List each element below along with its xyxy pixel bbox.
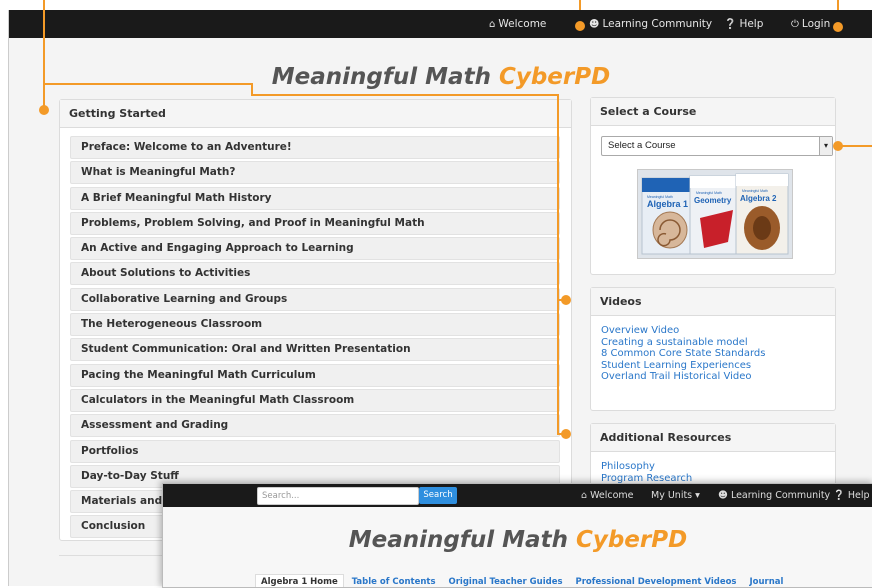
- select-course-heading: Select a Course: [591, 98, 835, 126]
- site-title: Meaningful Math CyberPD: [271, 64, 611, 90]
- search-input[interactable]: Search...: [257, 487, 419, 505]
- chevron-down-icon: ▾: [819, 137, 832, 155]
- videos-links: Overview Video Creating a sustainable mo…: [601, 325, 765, 383]
- home-icon: ⌂: [489, 19, 496, 30]
- svg-text:Algebra 2: Algebra 2: [740, 194, 777, 203]
- getting-started-panel: Getting Started Preface: Welcome to an A…: [59, 99, 572, 541]
- list-item[interactable]: Collaborative Learning and Groups: [70, 287, 560, 311]
- tab-original-teacher-guides[interactable]: Original Teacher Guides: [444, 575, 568, 587]
- list-item[interactable]: Student Communication: Oral and Written …: [70, 338, 560, 362]
- course-select[interactable]: Select a Course ▾: [601, 136, 833, 156]
- list-item[interactable]: Problems, Problem Solving, and Proof in …: [70, 211, 560, 235]
- resources-heading: Additional Resources: [591, 424, 835, 452]
- search-button[interactable]: Search: [419, 487, 457, 504]
- overlay-nav-welcome[interactable]: ⌂ Welcome: [581, 484, 634, 507]
- svg-text:Algebra 1: Algebra 1: [647, 199, 688, 209]
- video-link[interactable]: Overview Video: [601, 325, 765, 337]
- nav-login[interactable]: ⏻ Login: [791, 10, 830, 38]
- list-item[interactable]: Portfolios: [70, 439, 560, 463]
- list-item[interactable]: Pacing the Meaningful Math Curriculum: [70, 363, 560, 387]
- overlay-navbar: Search... Search ⌂ Welcome My Units ▾ ☻ …: [163, 484, 872, 507]
- resource-link[interactable]: Philosophy: [601, 461, 692, 473]
- svg-text:Meaningful Math: Meaningful Math: [742, 189, 768, 193]
- list-item[interactable]: Assessment and Grading: [70, 414, 560, 438]
- caret-down-icon: ▾: [692, 490, 700, 501]
- list-item[interactable]: A Brief Meaningful Math History: [70, 186, 560, 210]
- nav-learning-community[interactable]: ☻ Learning Community: [589, 10, 712, 38]
- tab-table-of-contents[interactable]: Table of Contents: [347, 575, 441, 587]
- power-icon: ⏻: [791, 19, 799, 30]
- resources-links: Philosophy Program Research: [601, 461, 692, 484]
- list-item[interactable]: About Solutions to Activities: [70, 262, 560, 286]
- user-icon: ☻: [589, 19, 600, 30]
- select-course-panel: Select a Course Select a Course ▾ Meanin…: [590, 97, 836, 275]
- top-navbar: ⌂ Welcome ☻ Learning Community ❔ Help ⏻ Logi…: [9, 10, 872, 38]
- overlay-screenshot: Search... Search ⌂ Welcome My Units ▾ ☻ …: [162, 483, 872, 588]
- getting-started-list: Preface: Welcome to an Adventure! What i…: [70, 136, 560, 541]
- list-item[interactable]: The Heterogeneous Classroom: [70, 313, 560, 337]
- list-item[interactable]: An Active and Engaging Approach to Learn…: [70, 237, 560, 261]
- list-item[interactable]: Calculators in the Meaningful Math Class…: [70, 388, 560, 412]
- nav-welcome[interactable]: ⌂ Welcome: [489, 10, 546, 38]
- course-books-image: Meaningful Math Algebra 1 Meaningful Mat…: [637, 169, 793, 259]
- video-link[interactable]: 8 Common Core State Standards: [601, 348, 765, 360]
- video-link[interactable]: Student Learning Experiences: [601, 360, 765, 372]
- list-item[interactable]: Preface: Welcome to an Adventure!: [70, 136, 560, 159]
- tab-journal[interactable]: Journal: [744, 575, 788, 587]
- videos-heading: Videos: [591, 288, 835, 316]
- video-link[interactable]: Overland Trail Historical Video: [601, 371, 765, 383]
- video-link[interactable]: Creating a sustainable model: [601, 337, 765, 349]
- nav-help[interactable]: ❔ Help: [724, 10, 763, 38]
- overlay-site-title: Meaningful Math CyberPD: [348, 527, 688, 553]
- user-icon: ☻: [718, 490, 731, 501]
- overlay-nav-my-units[interactable]: My Units ▾: [651, 484, 700, 507]
- home-icon: ⌂: [581, 490, 591, 501]
- tab-professional-development-videos[interactable]: Professional Development Videos: [570, 575, 741, 587]
- help-icon: ❔: [833, 490, 848, 501]
- overlay-nav-help[interactable]: ❔ Help: [833, 484, 870, 507]
- svg-text:Meaningful Math: Meaningful Math: [696, 191, 722, 195]
- help-icon: ❔: [724, 19, 737, 30]
- videos-panel: Videos Overview Video Creating a sustain…: [590, 287, 836, 411]
- getting-started-heading: Getting Started: [60, 100, 571, 128]
- overlay-nav-learning-community[interactable]: ☻ Learning Community: [718, 484, 830, 507]
- list-item[interactable]: What is Meaningful Math?: [70, 161, 560, 185]
- svg-text:Geometry: Geometry: [694, 196, 732, 205]
